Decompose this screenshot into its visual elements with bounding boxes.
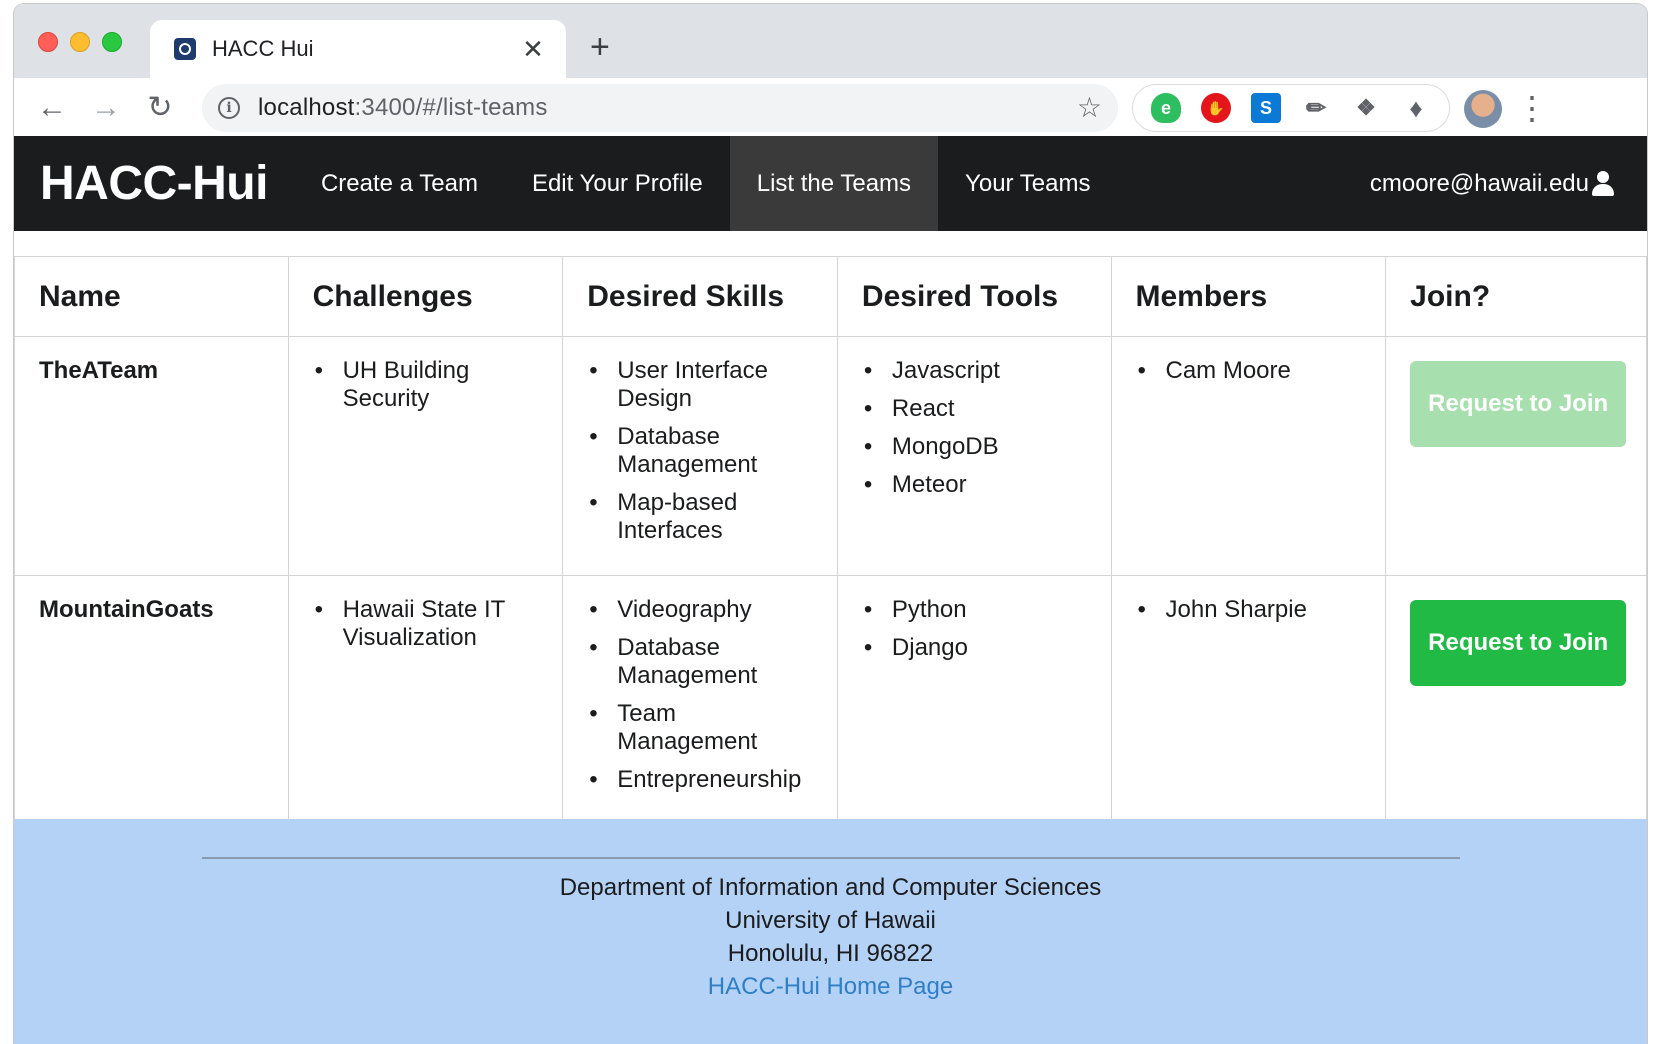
star-icon[interactable]: ☆	[1077, 94, 1102, 122]
list-item: Database Management	[587, 423, 813, 479]
footer-text: Department of Information and Computer S…	[14, 871, 1647, 1003]
list-item: Javascript	[862, 357, 1087, 385]
user-menu[interactable]: cmoore@hawaii.edu	[1350, 136, 1647, 231]
url-path: :3400/#/list-teams	[354, 94, 548, 121]
minimize-window-button[interactable]	[70, 32, 90, 52]
back-arrow-icon[interactable]: ←	[34, 90, 70, 126]
request-to-join-button-disabled: Request to Join	[1410, 361, 1627, 447]
extensions-puzzle-icon[interactable]: ♦	[1401, 93, 1431, 123]
footer-divider	[202, 857, 1460, 859]
join-cell: Request to Join	[1385, 575, 1647, 825]
info-icon[interactable]: i	[218, 97, 240, 119]
address-bar[interactable]: i localhost:3400/#/list-teams ☆	[202, 84, 1118, 132]
team-name: TheATeam	[14, 336, 289, 576]
profile-avatar[interactable]	[1464, 90, 1502, 128]
list-item: Team Management	[587, 700, 813, 756]
browser-toolbar: ← → ↻ i localhost:3400/#/list-teams ☆ e …	[14, 78, 1647, 138]
members-cell: Cam Moore	[1110, 336, 1387, 576]
nav-create-team[interactable]: Create a Team	[294, 136, 505, 231]
list-item: Cam Moore	[1136, 357, 1362, 385]
list-item: John Sharpie	[1136, 596, 1362, 624]
footer-university: University of Hawaii	[725, 907, 936, 934]
brand-logo[interactable]: HACC-Hui	[14, 136, 294, 231]
table-header-row: Name Challenges Desired Skills Desired T…	[14, 256, 1647, 337]
browser-tab[interactable]: HACC Hui ✕	[150, 20, 566, 78]
team-name: MountainGoats	[14, 575, 289, 825]
request-to-join-button[interactable]: Request to Join	[1410, 600, 1627, 686]
url-text[interactable]: localhost:3400/#/list-teams	[258, 94, 1077, 122]
list-item: UH Building Security	[313, 357, 539, 413]
eyedropper-icon[interactable]: ✏	[1301, 93, 1331, 123]
list-item: MongoDB	[862, 433, 1087, 461]
table-row: MountainGoats Hawaii State IT Visualizat…	[14, 575, 1647, 825]
join-cell: Request to Join	[1385, 336, 1647, 576]
user-icon	[1591, 170, 1615, 197]
tab-title: HACC Hui	[212, 36, 314, 61]
browser-window: HACC Hui ✕ + ← → ↻ i localhost:3400/#/li…	[14, 4, 1647, 1044]
header-desired-tools: Desired Tools	[836, 256, 1112, 337]
nav-list-teams[interactable]: List the Teams	[729, 136, 939, 231]
user-email: cmoore@hawaii.edu	[1369, 169, 1589, 197]
list-item: Hawaii State IT Visualization	[313, 596, 539, 652]
kebab-menu-icon[interactable]: ⋮	[1514, 86, 1550, 130]
list-item: React	[862, 395, 1087, 423]
tools-cell: Javascript React MongoDB Meteor	[836, 336, 1112, 576]
list-item: User Interface Design	[587, 357, 813, 413]
new-tab-button[interactable]: +	[590, 30, 610, 64]
url-host: localhost	[258, 94, 355, 121]
skills-cell: Videography Database Management Team Man…	[562, 575, 838, 825]
extensions-group: e ✋ S ✏ ❖ ♦	[1132, 84, 1450, 132]
list-item: Map-based Interfaces	[587, 489, 813, 545]
challenges-cell: UH Building Security	[287, 336, 564, 576]
forward-arrow-icon[interactable]: →	[88, 90, 124, 126]
tab-strip: HACC Hui ✕ +	[14, 4, 1647, 78]
favicon-icon	[174, 38, 196, 60]
skype-icon[interactable]: S	[1251, 93, 1281, 123]
tools-cell: Python Django	[836, 575, 1112, 825]
dropbox-icon[interactable]: ❖	[1351, 93, 1381, 123]
close-tab-icon[interactable]: ✕	[520, 36, 546, 62]
close-window-button[interactable]	[38, 32, 58, 52]
header-challenges: Challenges	[287, 256, 564, 337]
list-item: Django	[862, 634, 1087, 662]
list-item: Database Management	[587, 634, 813, 690]
members-cell: John Sharpie	[1110, 575, 1387, 825]
footer-home-link[interactable]: HACC-Hui Home Page	[14, 970, 1647, 1003]
nav-your-teams[interactable]: Your Teams	[938, 136, 1117, 231]
reload-icon[interactable]: ↻	[142, 90, 178, 126]
maximize-window-button[interactable]	[102, 32, 122, 52]
challenges-cell: Hawaii State IT Visualization	[287, 575, 564, 825]
table-row: TheATeam UH Building Security User Inter…	[14, 336, 1647, 576]
evernote-icon[interactable]: e	[1151, 93, 1181, 123]
page-content: HACC-Hui Create a Team Edit Your Profile…	[14, 136, 1647, 1044]
site-navbar: HACC-Hui Create a Team Edit Your Profile…	[14, 136, 1647, 231]
site-footer: Department of Information and Computer S…	[14, 819, 1647, 1044]
list-item: Python	[862, 596, 1087, 624]
footer-department: Department of Information and Computer S…	[559, 874, 1102, 901]
nav-edit-profile[interactable]: Edit Your Profile	[505, 136, 730, 231]
footer-address: Honolulu, HI 96822	[727, 940, 934, 967]
list-item: Entrepreneurship	[587, 766, 813, 794]
header-join: Join?	[1385, 256, 1647, 337]
list-item: Videography	[587, 596, 813, 624]
list-item: Meteor	[862, 471, 1087, 499]
skills-cell: User Interface Design Database Managemen…	[562, 336, 838, 576]
teams-table: Name Challenges Desired Skills Desired T…	[14, 256, 1647, 825]
header-desired-skills: Desired Skills	[562, 256, 838, 337]
header-name: Name	[14, 256, 289, 337]
adblock-icon[interactable]: ✋	[1201, 93, 1231, 123]
header-members: Members	[1110, 256, 1387, 337]
